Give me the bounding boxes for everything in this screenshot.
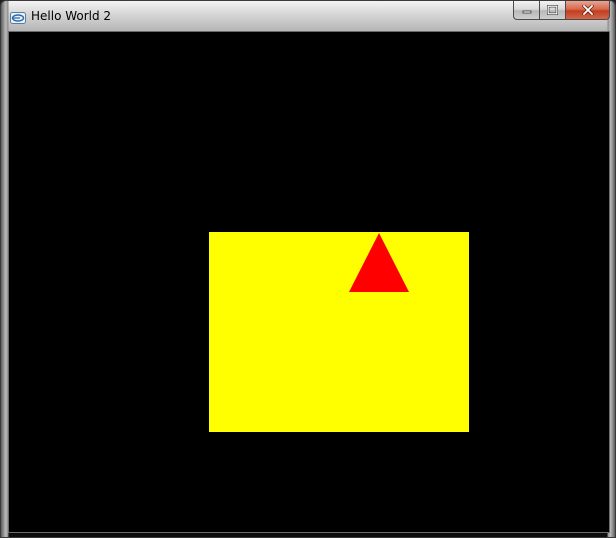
minimize-icon — [522, 10, 531, 14]
render-canvas[interactable] — [8, 31, 610, 533]
app-icon[interactable] — [10, 9, 26, 24]
minimize-button[interactable] — [513, 1, 539, 20]
title-bar[interactable]: Hello World 2 — [1, 1, 615, 29]
app-window: Hello World 2 — [0, 0, 616, 538]
maximize-icon — [547, 5, 558, 15]
close-button[interactable] — [565, 1, 610, 20]
maximize-button[interactable] — [539, 1, 565, 20]
caption-buttons — [513, 1, 610, 20]
window-title: Hello World 2 — [31, 9, 112, 23]
scene — [9, 32, 609, 532]
close-icon — [581, 5, 594, 15]
yellow-rectangle — [209, 232, 469, 432]
